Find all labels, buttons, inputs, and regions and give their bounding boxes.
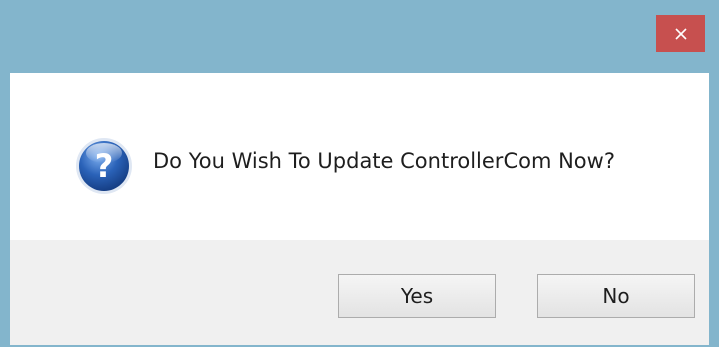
message-box-window: ? Do You Wish To Update ControllerCom No… xyxy=(0,0,719,347)
message-area: ? Do You Wish To Update ControllerCom No… xyxy=(10,73,709,240)
yes-button[interactable]: Yes xyxy=(338,274,496,318)
dialog-client-area: ? Do You Wish To Update ControllerCom No… xyxy=(10,73,709,345)
svg-text:?: ? xyxy=(95,147,114,185)
close-icon xyxy=(674,27,687,40)
button-bar: Yes No xyxy=(10,240,709,345)
title-bar[interactable] xyxy=(0,0,719,73)
dialog-message: Do You Wish To Update ControllerCom Now? xyxy=(153,149,615,173)
close-button[interactable] xyxy=(656,15,705,52)
question-icon: ? xyxy=(76,138,132,194)
no-button[interactable]: No xyxy=(537,274,695,318)
